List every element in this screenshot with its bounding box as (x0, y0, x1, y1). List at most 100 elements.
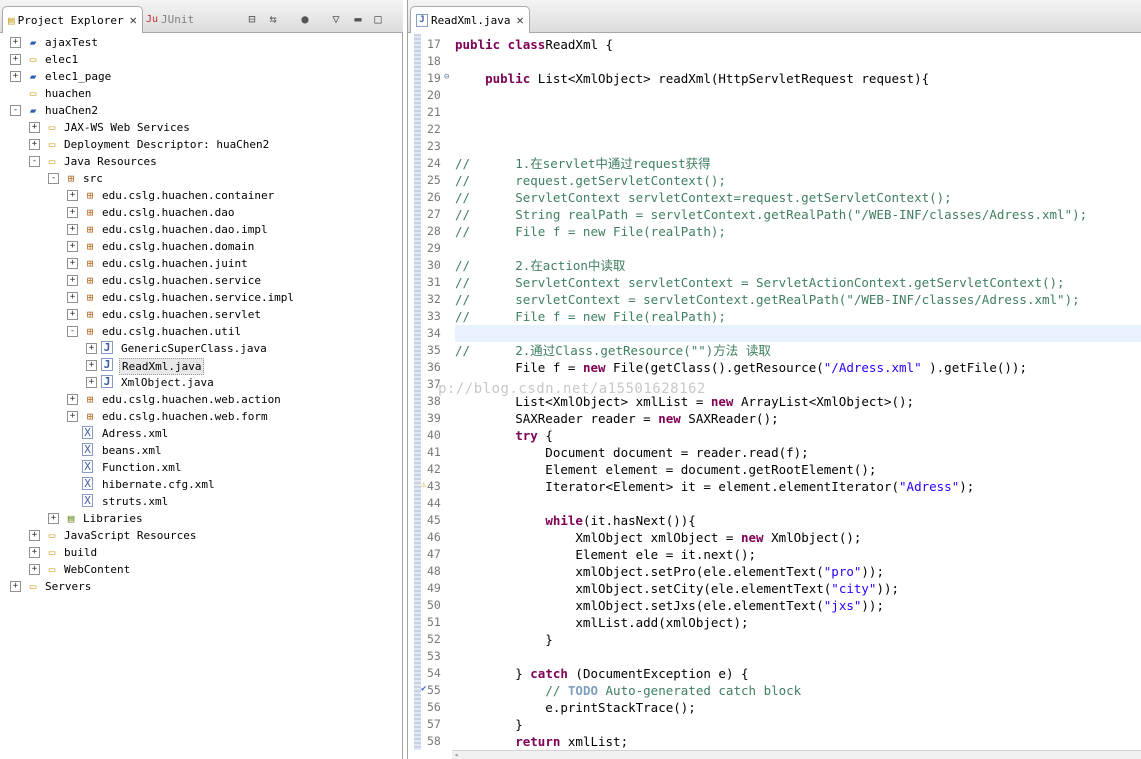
code-line[interactable]: // 2.通过Class.getResource("")方法 读取 (455, 342, 771, 359)
expand-icon[interactable]: + (67, 190, 78, 201)
tree-item[interactable]: + ⊞ edu.cslg.huachen.service (0, 272, 402, 289)
expand-icon[interactable]: + (48, 513, 59, 524)
expand-icon[interactable]: + (10, 581, 21, 592)
code-line[interactable]: Document document = reader.read(f); (455, 444, 808, 461)
code-line[interactable]: xmlObject.setPro(ele.elementText("pro"))… (455, 563, 884, 580)
warning-icon[interactable]: ⚠ (421, 480, 426, 490)
expand-icon[interactable]: + (86, 360, 97, 371)
code-line[interactable]: // String realPath = servletContext.getR… (455, 206, 1087, 223)
code-line[interactable]: // TODO Auto-generated catch block (455, 682, 801, 699)
code-line[interactable]: SAXReader reader = new SAXReader(); (455, 410, 778, 427)
code-line[interactable]: return xmlList; (455, 733, 628, 750)
code-line[interactable]: // ServletContext servletContext = Servl… (455, 274, 1065, 291)
collapse-icon[interactable]: - (67, 326, 78, 337)
code-line[interactable]: // File f = new File(realPath); (455, 308, 726, 325)
expand-icon[interactable]: + (67, 309, 78, 320)
tree-item[interactable]: - ▰ huaChen2 (0, 102, 402, 119)
code-line[interactable]: while(it.hasNext()){ (455, 512, 696, 529)
code-line[interactable]: public List<XmlObject> readXml(HttpServl… (455, 70, 929, 87)
expand-icon[interactable]: + (29, 122, 40, 133)
expand-icon[interactable]: + (86, 343, 97, 354)
code-line[interactable]: } catch (DocumentException e) { (455, 665, 748, 682)
code-line[interactable]: // servletContext = servletContext.getRe… (455, 291, 1080, 308)
code-line[interactable]: public classReadXml { (455, 36, 613, 53)
expand-icon[interactable]: + (67, 292, 78, 303)
code-line[interactable]: // ServletContext servletContext=request… (455, 189, 952, 206)
tree-item[interactable]: + ▰ elec1_page (0, 68, 402, 85)
collapse-icon[interactable]: - (29, 156, 40, 167)
tree-item[interactable]: + ▭ WebContent (0, 561, 402, 578)
expand-icon[interactable]: + (67, 275, 78, 286)
code-line[interactable]: Element element = document.getRootElemen… (455, 461, 876, 478)
tree-item[interactable]: + J XmlObject.java (0, 374, 402, 391)
expand-icon[interactable]: + (10, 71, 21, 82)
code-line[interactable]: // 2.在action中读取 (455, 257, 625, 274)
tree-item[interactable]: + ▤ Libraries (0, 510, 402, 527)
code-line[interactable]: xmlObject.setCity(ele.elementText("city"… (455, 580, 899, 597)
expand-icon[interactable]: + (67, 207, 78, 218)
collapse-icon[interactable]: - (48, 173, 59, 184)
collapse-icon[interactable]: - (10, 105, 21, 116)
expand-icon[interactable]: + (29, 547, 40, 558)
tree-item[interactable]: + J GenericSuperClass.java (0, 340, 402, 357)
expand-icon[interactable]: + (67, 411, 78, 422)
tree-item[interactable]: + ⊞ edu.cslg.huachen.servlet (0, 306, 402, 323)
expand-icon[interactable]: + (29, 139, 40, 150)
code-line[interactable]: Element ele = it.next(); (455, 546, 756, 563)
tree-item[interactable]: Xstruts.xml (0, 493, 402, 510)
minimize-icon[interactable]: ▬ (350, 11, 366, 27)
tree-item[interactable]: + ⊞ edu.cslg.huachen.domain (0, 238, 402, 255)
code-line[interactable]: // request.getServletContext(); (455, 172, 726, 189)
tree-item[interactable]: - ⊞ src (0, 170, 402, 187)
expand-icon[interactable]: + (29, 564, 40, 575)
close-icon[interactable]: ✕ (130, 13, 137, 27)
link-with-editor-icon[interactable]: ⇆ (265, 11, 281, 27)
scroll-left-icon[interactable]: ◂ (454, 752, 462, 759)
expand-icon[interactable]: + (67, 224, 78, 235)
code-line[interactable]: } (455, 631, 553, 648)
tree-item[interactable]: + ▭ build (0, 544, 402, 561)
tab-readxml-java[interactable]: J ReadXml.java ✕ (410, 6, 530, 33)
tree-item[interactable]: + ▰ ajaxTest (0, 34, 402, 51)
tree-item[interactable]: + ⊞ edu.cslg.huachen.container (0, 187, 402, 204)
expand-icon[interactable]: + (10, 37, 21, 48)
code-line[interactable]: try { (455, 427, 553, 444)
tree-item[interactable]: + ⊞ edu.cslg.huachen.juint (0, 255, 402, 272)
tree-item[interactable]: + ⊞ edu.cslg.huachen.web.action (0, 391, 402, 408)
code-line[interactable]: File f = new File(getClass().getResource… (455, 359, 1027, 376)
code-editor[interactable]: 17 18 19 ⊖ 20 21 22 23 24 25 26 27 28 29 30 31 32 33 34 35 3… (408, 34, 1141, 750)
tab-project-explorer[interactable]: ▤ Project Explorer ✕ (2, 6, 143, 33)
tree-item[interactable]: X Adress.xml (0, 425, 402, 442)
filters-icon[interactable]: ● (297, 11, 313, 27)
code-line[interactable]: } (455, 716, 523, 733)
tree-item[interactable]: Xhibernate.cfg.xml (0, 476, 402, 493)
tree-item[interactable]: X Function.xml (0, 459, 402, 476)
code-line[interactable]: xmlList.add(xmlObject); (455, 614, 748, 631)
task-icon[interactable]: ✔ (421, 684, 426, 694)
fold-collapse-icon[interactable]: ⊖ (444, 72, 449, 82)
tab-junit[interactable]: Ju JUnit (142, 8, 198, 30)
tree-item[interactable]: + ⊞ edu.cslg.huachen.web.form (0, 408, 402, 425)
expand-icon[interactable]: + (67, 394, 78, 405)
code-line[interactable]: Iterator<Element> it = element.elementIt… (455, 478, 974, 495)
tree-item[interactable]: + ⊞ edu.cslg.huachen.service.impl (0, 289, 402, 306)
tree-item[interactable]: ▭ huachen (0, 85, 402, 102)
close-icon[interactable]: ✕ (516, 13, 523, 27)
code-line[interactable]: // File f = new File(realPath); (455, 223, 726, 240)
tree-item[interactable]: + J ReadXml.java (0, 357, 402, 375)
tree-item[interactable]: - ▭ Java Resources (0, 153, 402, 170)
expand-icon[interactable]: + (29, 530, 40, 541)
tree-item[interactable]: - ⊞ edu.cslg.huachen.util (0, 323, 402, 340)
tree-item[interactable]: Xbeans.xml (0, 442, 402, 459)
code-line[interactable]: xmlObject.setJxs(ele.elementText("jxs"))… (455, 597, 884, 614)
tree-item[interactable]: + ▭ Servers (0, 578, 402, 595)
view-menu-icon[interactable]: ▽ (328, 11, 344, 27)
tree-item[interactable]: + ▭ JAX-WS Web Services (0, 119, 402, 136)
expand-icon[interactable]: + (67, 258, 78, 269)
tree-item[interactable]: + ▭ JavaScript Resources (0, 527, 402, 544)
collapse-all-icon[interactable]: ⊟ (244, 11, 260, 27)
code-line[interactable]: e.printStackTrace(); (455, 699, 696, 716)
expand-icon[interactable]: + (10, 54, 21, 65)
tree-item[interactable]: + ⊞ edu.cslg.huachen.dao (0, 204, 402, 221)
code-line[interactable]: XmlObject xmlObject = new XmlObject(); (455, 529, 861, 546)
